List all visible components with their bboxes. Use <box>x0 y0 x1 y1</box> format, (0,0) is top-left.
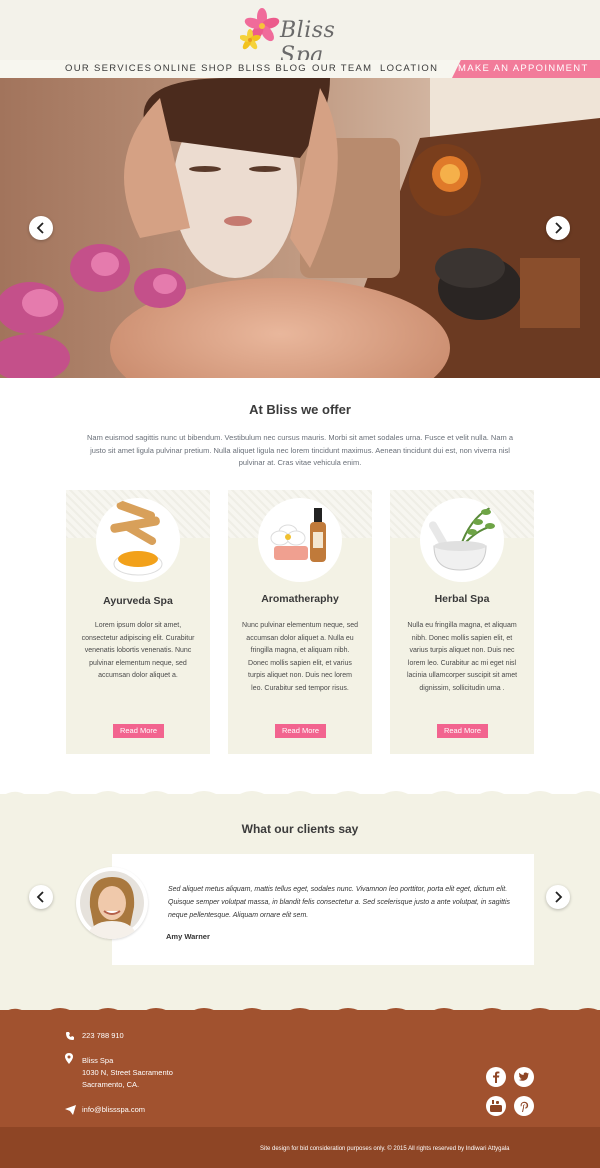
read-more-button[interactable]: Read More <box>275 724 326 738</box>
hero-prev-button[interactable] <box>29 216 53 240</box>
twitter-icon <box>518 1072 529 1081</box>
twitter-button[interactable] <box>514 1067 534 1087</box>
chevron-right-icon <box>555 891 563 903</box>
service-card-ayurveda: Ayurveda Spa Lorem ipsum dolor sit amet,… <box>66 490 210 754</box>
testimonials-title: What our clients say <box>241 822 359 836</box>
offer-intro: Nam euismod sagittis nunc ut bibendum. V… <box>86 433 514 467</box>
nav-item-online-shop[interactable]: ONLINE SHOP <box>154 63 233 74</box>
card-title: Herbal Spa <box>434 593 490 605</box>
facebook-icon <box>493 1071 500 1083</box>
wave-divider <box>0 1008 600 1015</box>
chevron-right-icon <box>555 222 563 234</box>
nav-item-location[interactable]: LOCATION <box>380 63 438 74</box>
site-header: Bliss Spa OUR SERVICES ONLINE SHOP BLISS… <box>0 0 600 78</box>
card-title: Aromatheraphy <box>261 593 339 605</box>
testimonial-author: Amy Warner <box>166 932 210 941</box>
card-text: Nunc pulvinar elementum neque, sed accum… <box>242 622 358 692</box>
service-card-herbal: Herbal Spa Nulla eu fringilla magna, et … <box>390 490 534 754</box>
youtube-button[interactable] <box>486 1096 506 1116</box>
nav-item-our-services[interactable]: OUR SERVICES <box>65 63 152 74</box>
read-more-button[interactable]: Read More <box>113 724 164 738</box>
hero-next-button[interactable] <box>546 216 570 240</box>
appointment-button[interactable]: MAKE AN APPOINMENT <box>452 60 600 78</box>
read-more-button[interactable]: Read More <box>437 724 488 738</box>
appointment-button-label: MAKE AN APPOINMENT <box>458 63 589 74</box>
phone-icon <box>66 1032 74 1040</box>
footer-address-line2: Sacramento, CA. <box>82 1080 140 1089</box>
footer-address-name: Bliss Spa <box>82 1056 114 1065</box>
testimonial-next-button[interactable] <box>546 885 570 909</box>
card-title: Ayurveda Spa <box>103 595 173 607</box>
avatar <box>76 867 148 939</box>
mortar-herbs-image <box>420 498 504 582</box>
youtube-icon <box>490 1100 502 1112</box>
card-text: Lorem ipsum dolor sit amet, consectetur … <box>81 622 195 679</box>
footer-phone[interactable]: 223 788 910 <box>82 1031 124 1040</box>
footer-email[interactable]: info@blissspa.com <box>82 1105 145 1114</box>
testimonial-quote: Sed aliquet metus aliquam, mattis tellus… <box>168 886 511 919</box>
chevron-left-icon <box>36 222 44 234</box>
pinterest-icon <box>520 1101 529 1112</box>
facebook-button[interactable] <box>486 1067 506 1087</box>
turmeric-image <box>96 498 180 582</box>
nav-item-bliss-blog[interactable]: BLISS BLOG <box>238 63 307 74</box>
location-pin-icon <box>65 1053 73 1064</box>
hero-slider[interactable] <box>0 78 600 378</box>
footer-address-line1: 1030 N, Street Sacramento <box>82 1068 173 1077</box>
offer-title: At Bliss we offer <box>249 402 351 417</box>
card-text: Nulla eu fringilla magna, et aliquam nib… <box>406 622 518 692</box>
copyright: Site design for bid consideration purpos… <box>260 1146 510 1152</box>
nav-item-our-team[interactable]: OUR TEAM <box>312 63 372 74</box>
hero-image <box>0 78 600 378</box>
chevron-left-icon <box>36 891 44 903</box>
testimonial-prev-button[interactable] <box>29 885 53 909</box>
logo[interactable]: Bliss Spa <box>239 8 380 68</box>
pinterest-button[interactable] <box>514 1096 534 1116</box>
flower-logo-icon <box>239 8 280 50</box>
service-card-aromatherapy: Aromatheraphy Nunc pulvinar elementum ne… <box>228 490 372 754</box>
paper-plane-icon <box>65 1105 76 1115</box>
aroma-oil-image <box>258 498 342 582</box>
